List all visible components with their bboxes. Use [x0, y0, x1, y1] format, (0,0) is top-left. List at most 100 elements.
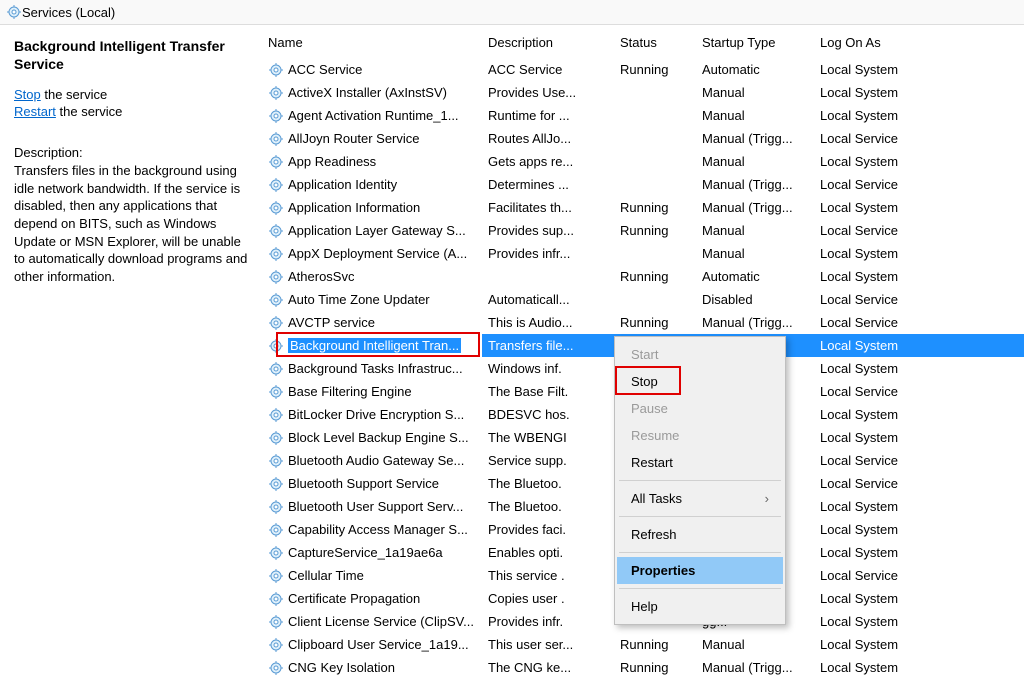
cell-logon: Local Service — [814, 219, 1024, 242]
col-startup[interactable]: Startup Type — [696, 25, 814, 58]
service-name-text: Bluetooth Support Service — [288, 476, 439, 491]
cell-name[interactable]: AVCTP service — [262, 311, 482, 334]
table-row[interactable]: Agent Activation Runtime_1...Runtime for… — [262, 104, 1024, 127]
cell-name[interactable]: Bluetooth Audio Gateway Se... — [262, 449, 482, 472]
stop-link[interactable]: Stop — [14, 87, 41, 102]
table-row[interactable]: Auto Time Zone UpdaterAutomaticall...Dis… — [262, 288, 1024, 311]
cell-startup: Manual (Trigg... — [696, 127, 814, 150]
cell-startup: Automatic — [696, 58, 814, 81]
cell-name[interactable]: ACC Service — [262, 58, 482, 81]
table-row[interactable]: Application IdentityDetermines ...Manual… — [262, 173, 1024, 196]
cell-name[interactable]: CNG Key Isolation — [262, 656, 482, 679]
cell-logon: Local System — [814, 150, 1024, 173]
cell-name[interactable]: App Readiness — [262, 150, 482, 173]
cell-startup: Manual — [696, 633, 814, 656]
cell-name[interactable]: Application Information — [262, 196, 482, 219]
menu-refresh[interactable]: Refresh — [617, 521, 783, 548]
table-row[interactable]: Clipboard User Service_1a19...This user … — [262, 633, 1024, 656]
service-gear-icon — [268, 591, 284, 607]
cell-name[interactable]: AllJoyn Router Service — [262, 127, 482, 150]
service-gear-icon — [268, 131, 284, 147]
service-name-text: CaptureService_1a19ae6a — [288, 545, 443, 560]
menu-pause[interactable]: Pause — [617, 395, 783, 422]
table-row[interactable]: AllJoyn Router ServiceRoutes AllJo...Man… — [262, 127, 1024, 150]
menu-help[interactable]: Help — [617, 593, 783, 620]
table-row[interactable]: AVCTP serviceThis is Audio...RunningManu… — [262, 311, 1024, 334]
services-list-panel: Name Description Status Startup Type Log… — [262, 25, 1024, 679]
table-row[interactable]: Application InformationFacilitates th...… — [262, 196, 1024, 219]
cell-name[interactable]: Base Filtering Engine — [262, 380, 482, 403]
cell-status — [614, 242, 696, 265]
cell-name[interactable]: Auto Time Zone Updater — [262, 288, 482, 311]
service-name-text: Bluetooth Audio Gateway Se... — [288, 453, 464, 468]
cell-name[interactable]: Application Layer Gateway S... — [262, 219, 482, 242]
service-name-text: ActiveX Installer (AxInstSV) — [288, 85, 447, 100]
cell-name[interactable]: ActiveX Installer (AxInstSV) — [262, 81, 482, 104]
col-description[interactable]: Description — [482, 25, 614, 58]
table-row[interactable]: CNG Key IsolationThe CNG ke...RunningMan… — [262, 656, 1024, 679]
cell-name[interactable]: Block Level Backup Engine S... — [262, 426, 482, 449]
cell-desc: BDESVC hos. — [482, 403, 614, 426]
cell-startup: Manual — [696, 242, 814, 265]
service-gear-icon — [268, 568, 284, 584]
menu-all-tasks[interactable]: All Tasks› — [617, 485, 783, 512]
table-header-row[interactable]: Name Description Status Startup Type Log… — [262, 25, 1024, 58]
cell-status — [614, 150, 696, 173]
cell-desc: This is Audio... — [482, 311, 614, 334]
cell-logon: Local System — [814, 242, 1024, 265]
cell-desc: Provides Use... — [482, 81, 614, 104]
menu-resume[interactable]: Resume — [617, 422, 783, 449]
cell-name[interactable]: Certificate Propagation — [262, 587, 482, 610]
service-name-text: Client License Service (ClipSV... — [288, 614, 474, 629]
menu-properties[interactable]: Properties — [617, 557, 783, 584]
service-gear-icon — [268, 315, 284, 331]
services-icon — [6, 4, 22, 20]
service-name-text: Background Intelligent Tran... — [288, 338, 461, 353]
cell-desc: Determines ... — [482, 173, 614, 196]
col-status[interactable]: Status — [614, 25, 696, 58]
cell-name[interactable]: Capability Access Manager S... — [262, 518, 482, 541]
cell-startup: Disabled — [696, 288, 814, 311]
selected-service-name: Background Intelligent Transfer Service — [14, 37, 248, 73]
cell-name[interactable]: CaptureService_1a19ae6a — [262, 541, 482, 564]
service-name-text: Agent Activation Runtime_1... — [288, 108, 459, 123]
cell-name[interactable]: Client License Service (ClipSV... — [262, 610, 482, 633]
description-text: Transfers files in the background using … — [14, 162, 248, 285]
cell-name[interactable]: Bluetooth User Support Serv... — [262, 495, 482, 518]
cell-desc: Provides infr... — [482, 242, 614, 265]
cell-name[interactable]: AtherosSvc — [262, 265, 482, 288]
table-row[interactable]: ACC ServiceACC ServiceRunningAutomaticLo… — [262, 58, 1024, 81]
table-row[interactable]: AppX Deployment Service (A...Provides in… — [262, 242, 1024, 265]
cell-name[interactable]: AppX Deployment Service (A... — [262, 242, 482, 265]
col-name[interactable]: Name — [262, 25, 482, 58]
table-row[interactable]: App ReadinessGets apps re...ManualLocal … — [262, 150, 1024, 173]
cell-logon: Local Service — [814, 127, 1024, 150]
cell-logon: Local System — [814, 403, 1024, 426]
cell-status — [614, 81, 696, 104]
cell-name[interactable]: Clipboard User Service_1a19... — [262, 633, 482, 656]
cell-name[interactable]: Cellular Time — [262, 564, 482, 587]
cell-name[interactable]: Bluetooth Support Service — [262, 472, 482, 495]
cell-logon: Local System — [814, 104, 1024, 127]
service-gear-icon — [268, 430, 284, 446]
cell-name[interactable]: Application Identity — [262, 173, 482, 196]
menu-start[interactable]: Start — [617, 341, 783, 368]
cell-name[interactable]: Background Tasks Infrastruc... — [262, 357, 482, 380]
restart-link[interactable]: Restart — [14, 104, 56, 119]
col-logon[interactable]: Log On As — [814, 25, 1024, 58]
cell-name[interactable]: BitLocker Drive Encryption S... — [262, 403, 482, 426]
service-name-text: Certificate Propagation — [288, 591, 420, 606]
cell-logon: Local System — [814, 633, 1024, 656]
service-name-text: Cellular Time — [288, 568, 364, 583]
table-row[interactable]: Application Layer Gateway S...Provides s… — [262, 219, 1024, 242]
cell-name[interactable]: Agent Activation Runtime_1... — [262, 104, 482, 127]
menu-stop[interactable]: Stop — [617, 368, 783, 395]
menu-separator — [619, 480, 781, 481]
menu-restart[interactable]: Restart — [617, 449, 783, 476]
table-row[interactable]: AtherosSvcRunningAutomaticLocal System — [262, 265, 1024, 288]
table-row[interactable]: ActiveX Installer (AxInstSV) Provides Use… — [262, 81, 1024, 104]
service-name-text: Block Level Backup Engine S... — [288, 430, 469, 445]
cell-logon: Local System — [814, 357, 1024, 380]
cell-name[interactable]: Background Intelligent Tran... — [262, 334, 482, 357]
menu-separator — [619, 516, 781, 517]
